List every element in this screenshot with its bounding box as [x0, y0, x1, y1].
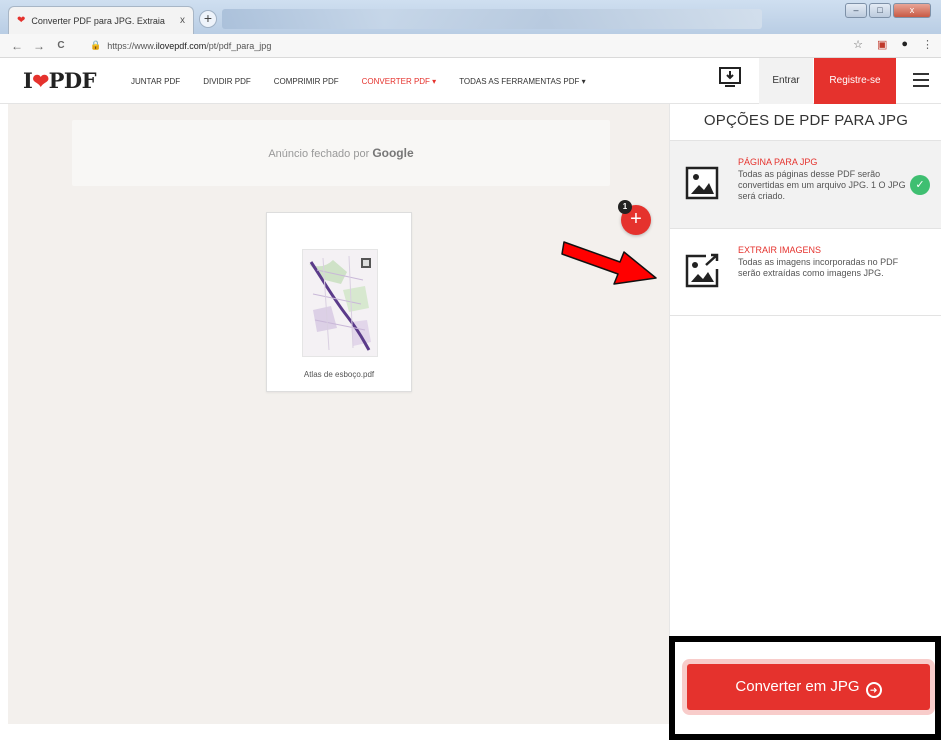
option-pagina-para-jpg[interactable]: PÁGINA PARA JPG Todas as páginas desse P… — [670, 140, 941, 228]
bookmark-star-icon[interactable]: ☆ — [853, 38, 863, 51]
option-title: PÁGINA PARA JPG — [738, 157, 818, 167]
url-path: /pt/pdf_para_jpg — [206, 40, 272, 51]
hamburger-menu-icon[interactable] — [913, 73, 929, 91]
file-card[interactable]: Atlas de esboço.pdf — [266, 212, 412, 392]
desktop-download-icon[interactable] — [718, 66, 742, 90]
tab-close-icon[interactable]: x — [180, 15, 185, 26]
nav-juntar-pdf[interactable]: JUNTAR PDF — [131, 77, 180, 86]
option-extrair-imagens[interactable]: EXTRAIR IMAGENS Todas as imagens incorpo… — [670, 228, 941, 316]
address-bar: ← → C 🔒 https://www.ilovepdf.com/pt/pdf_… — [0, 34, 941, 58]
login-button[interactable]: Entrar — [759, 58, 813, 104]
browser-tab-bar: ❤ Converter PDF para JPG. Extraia x + – … — [0, 0, 941, 34]
window-close-button[interactable]: x — [893, 3, 931, 18]
option-description: Todas as imagens incorporadas no PDF ser… — [738, 257, 899, 278]
new-tab-button[interactable]: + — [199, 10, 217, 28]
option-description: Todas as páginas desse PDF serão convert… — [738, 169, 906, 201]
window-controls: – □ x — [845, 3, 931, 18]
arrow-circle-icon: ➜ — [865, 682, 882, 698]
nav-comprimir-pdf[interactable]: COMPRIMIR PDF — [274, 77, 339, 86]
ilovepdf-logo[interactable]: I❤PDF — [23, 68, 97, 93]
option-title: EXTRAIR IMAGENS — [738, 245, 822, 255]
forward-icon[interactable]: → — [28, 39, 50, 53]
logo-pdf: PDF — [48, 68, 97, 93]
url-prefix: https://www. — [107, 40, 156, 51]
maximize-button[interactable]: □ — [869, 3, 891, 18]
image-page-icon — [685, 166, 719, 200]
browser-tab[interactable]: ❤ Converter PDF para JPG. Extraia x — [8, 6, 194, 34]
logo-i: I — [23, 68, 33, 93]
red-annotation-arrow — [561, 241, 657, 285]
ilovepdf-favicon-icon: ❤ — [17, 15, 26, 26]
map-thumbnail-image — [303, 250, 377, 356]
browser-menu-icon[interactable]: ⋮ — [922, 38, 933, 51]
nav-dividir-pdf[interactable]: DIVIDIR PDF — [203, 77, 251, 86]
nav-todas-ferramentas[interactable]: TODAS AS FERRAMENTAS PDF ▾ — [459, 77, 585, 86]
file-name: Atlas de esboço.pdf — [303, 370, 375, 379]
url-domain: ilovepdf.com — [155, 40, 207, 51]
reload-icon[interactable]: C — [50, 40, 72, 51]
tab-title: Converter PDF para JPG. Extraia — [31, 15, 165, 26]
address-bar-actions: ☆ ▣ ● ⋮ — [853, 38, 933, 51]
lock-icon: 🔒 — [90, 40, 102, 50]
profile-avatar-icon[interactable]: ● — [901, 38, 908, 51]
ad-placeholder: Anúncio fechado por Google — [72, 120, 610, 186]
extract-image-icon — [685, 253, 719, 288]
logo-heart-icon: ❤ — [32, 69, 49, 93]
minimize-button[interactable]: – — [845, 3, 867, 18]
back-icon[interactable]: ← — [6, 39, 28, 53]
sidebar-title: OPÇÕES DE PDF PARA JPG — [703, 112, 909, 129]
main-nav: JUNTAR PDF DIVIDIR PDF COMPRIMIR PDF CON… — [131, 77, 609, 86]
ad-text: Anúncio fechado por — [268, 148, 373, 160]
convert-button-label: Converter em JPG — [735, 678, 860, 695]
other-tabs-blurred — [222, 9, 762, 29]
site-header: I❤PDF JUNTAR PDF DIVIDIR PDF COMPRIMIR P… — [0, 58, 941, 104]
pdf-thumbnail — [302, 249, 378, 357]
file-workspace: Anúncio fechado por Google Atlas de esbo… — [8, 104, 669, 724]
ad-brand: Google — [372, 146, 414, 160]
extension-icon[interactable]: ▣ — [877, 38, 887, 51]
url-field[interactable]: https://www.ilovepdf.com/pt/pdf_para_jpg — [107, 41, 271, 51]
selected-check-icon: ✓ — [910, 175, 930, 195]
signup-button[interactable]: Registre-se — [814, 58, 896, 104]
convert-to-jpg-button[interactable]: Converter em JPG ➜ — [687, 664, 930, 710]
nav-converter-pdf[interactable]: CONVERTER PDF ▾ — [362, 77, 437, 86]
file-count-badge: 1 — [618, 200, 632, 214]
